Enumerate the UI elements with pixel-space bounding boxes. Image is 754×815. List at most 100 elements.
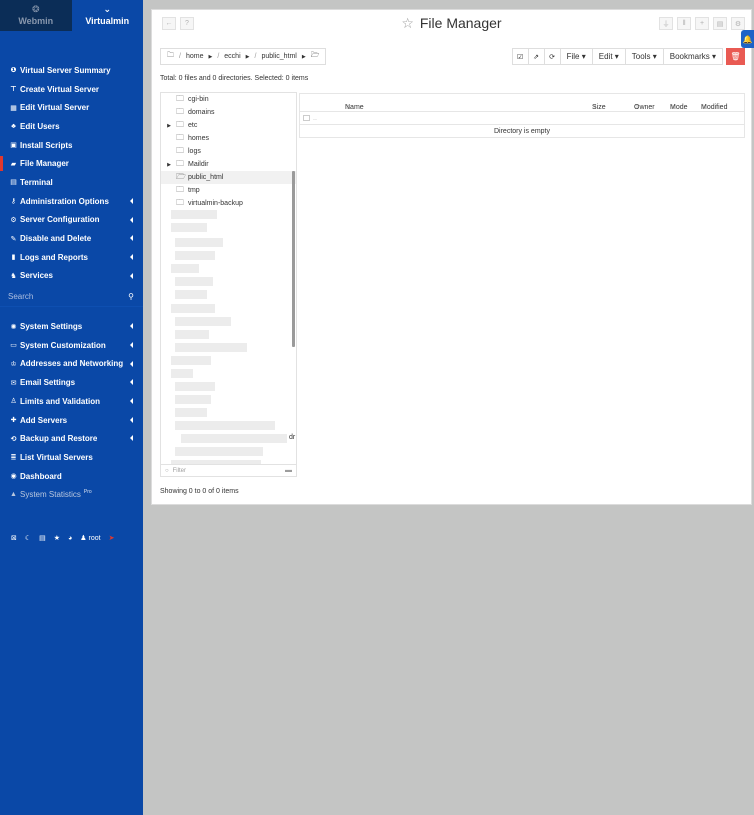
sidebar-item-create-virtual-server[interactable]: ⊤ Create Virtual Server <box>0 80 143 99</box>
logout-icon[interactable]: ➤ <box>109 534 115 542</box>
expand-arrow-icon[interactable]: ▶ <box>165 162 173 168</box>
tabs-button[interactable]: ▤ <box>713 17 727 30</box>
sidebar-item-label: Edit Users <box>20 121 60 131</box>
file-menu-label: File <box>566 52 580 61</box>
palette-icon[interactable]: ◕ <box>68 535 72 542</box>
network-icon: ♔ <box>10 360 17 368</box>
refresh-button[interactable]: ⟳ <box>543 48 561 65</box>
sidebar-item-system-settings[interactable]: ✺ System Settings <box>0 317 143 336</box>
notification-bell-button[interactable]: 🔔 <box>741 30 754 48</box>
select-all-button[interactable]: ☑ <box>511 48 529 65</box>
parent-directory-row[interactable]: .. <box>300 112 744 125</box>
sidebar-search[interactable]: Search ⚲ <box>0 287 143 308</box>
edit-menu-button[interactable]: Edit ▾ <box>591 48 626 65</box>
sidebar-item-email-settings[interactable]: ✉ Email Settings <box>0 373 143 392</box>
folder-icon[interactable]: ▬ <box>285 467 292 474</box>
tree-item-label: homes <box>188 135 210 142</box>
virtualmin-switch-tab[interactable]: ⌄ Virtualmin <box>71 0 143 31</box>
caret-left-icon <box>130 216 133 223</box>
tree-filter-input[interactable]: Filter <box>173 468 186 474</box>
filter-button[interactable]: ⏚ <box>659 17 673 30</box>
tree-item-label: logs <box>188 148 201 155</box>
breadcrumb-item-ecchi[interactable]: ecchi <box>224 53 240 60</box>
sidebar-item-label: Addresses and Networking <box>20 359 124 369</box>
tree-item-domains[interactable]: 🗀 domains <box>161 106 296 119</box>
bell-icon: 🔔 <box>742 34 753 44</box>
file-menu-button[interactable]: File ▾ <box>559 48 593 65</box>
sidebar-item-services[interactable]: ♞ Services <box>0 267 143 286</box>
sidebar-item-label: Edit Virtual Server <box>20 103 90 113</box>
favorite-star-icon[interactable]: ☆ <box>401 15 414 31</box>
tree-scrollbar[interactable] <box>292 171 295 347</box>
caret-right-icon[interactable]: ▶ <box>208 54 212 60</box>
moon-icon[interactable]: ☾ <box>25 534 31 542</box>
sidebar-item-system-customization[interactable]: ▭ System Customization <box>0 336 143 355</box>
pro-badge: Pro <box>83 488 92 495</box>
sidebar-item-label: System Customization <box>20 340 106 350</box>
caret-left-icon <box>130 253 133 260</box>
tree-item-homes[interactable]: 🗀 homes <box>161 132 296 145</box>
sidebar-item-limits-and-validation[interactable]: ♙ Limits and Validation <box>0 392 143 411</box>
parent-directory-label: .. <box>313 114 317 122</box>
sidebar-item-server-configuration[interactable]: ⚙ Server Configuration <box>0 211 143 230</box>
page-title-text: File Manager <box>419 15 502 31</box>
tree-item-virtualmin-backup[interactable]: 🗀 virtualmin-backup <box>161 197 296 210</box>
folder-root-icon[interactable]: 🗀 <box>167 51 174 62</box>
webmin-logo-icon: ❂ <box>31 4 40 14</box>
sidebar-item-edit-users[interactable]: ♣ Edit Users <box>0 117 143 136</box>
expand-arrow-icon[interactable]: ▶ <box>165 123 173 129</box>
folder-icon: 🗀 <box>176 119 184 129</box>
tree-item-cgi-bin[interactable]: 🗀 cgi-bin <box>161 93 296 106</box>
sidebar-item-disable-and-delete[interactable]: ✎ Disable and Delete <box>0 229 143 248</box>
dashboard-icon: ◉ <box>10 473 17 481</box>
bookmarks-menu-button[interactable]: Bookmarks ▾ <box>662 48 723 65</box>
tree-item-maildir[interactable]: ▶ 🗀 Maildir <box>161 158 296 171</box>
caret-left-icon <box>130 272 133 279</box>
tree-filter[interactable]: ○ Filter ▬ <box>161 464 296 476</box>
sidebar-item-label: Dashboard <box>20 471 62 481</box>
webmin-switch-tab[interactable]: ❂ Webmin <box>0 0 72 31</box>
add-tab-button[interactable]: + <box>695 17 709 30</box>
sidebar-item-system-statistics[interactable]: ▲ System Statistics Pro <box>0 485 143 504</box>
sidebar-item-list-virtual-servers[interactable]: ≣ List Virtual Servers <box>0 448 143 467</box>
delete-button[interactable]: 🗑 <box>726 48 745 65</box>
sidebar-item-file-manager[interactable]: ▰ File Manager <box>0 154 143 173</box>
sidebar-item-logs-and-reports[interactable]: ▮ Logs and Reports <box>0 248 143 267</box>
search-input[interactable]: Search <box>8 292 33 301</box>
sidebar-item-administration-options[interactable]: ⚷ Administration Options <box>0 192 143 211</box>
columns-button[interactable]: ⦀ <box>677 17 691 30</box>
sidebar-item-add-servers[interactable]: ✚ Add Servers <box>0 411 143 430</box>
sidebar-item-edit-virtual-server[interactable]: ▦ Edit Virtual Server <box>0 98 143 117</box>
history-icon: ⟲ <box>10 435 17 443</box>
breadcrumb-item-home[interactable]: home <box>186 53 204 60</box>
sidebar-item-terminal[interactable]: ▤ Terminal <box>0 173 143 192</box>
caret-right-icon[interactable]: ▶ <box>246 54 250 60</box>
webmin-label: Webmin <box>18 16 54 26</box>
tools-menu-button[interactable]: Tools ▾ <box>624 48 664 65</box>
sidebar-item-backup-and-restore[interactable]: ⟲ Backup and Restore <box>0 429 143 448</box>
folder-icon: 🗀 <box>176 184 184 194</box>
user-icon: ♟ <box>80 535 87 543</box>
tree-item-public-html[interactable]: 🗁 public_html <box>161 171 296 184</box>
tree-item-logs[interactable]: 🗀 logs <box>161 145 296 158</box>
settings-button[interactable]: ⚙ <box>731 17 745 30</box>
tree-item-etc[interactable]: ▶ 🗀 etc <box>161 119 296 132</box>
sidebar-item-virtual-server-summary[interactable]: ❶ Virtual Server Summary <box>0 61 143 80</box>
caret-left-icon <box>130 235 133 242</box>
open-new-button[interactable]: ⇗ <box>527 48 545 65</box>
star-icon[interactable]: ★ <box>54 534 60 542</box>
tree-item-tmp[interactable]: 🗀 tmp <box>161 184 296 197</box>
sidebar-item-dashboard[interactable]: ◉ Dashboard <box>0 467 143 486</box>
folder-open-icon[interactable]: 🗁 <box>311 51 320 62</box>
terminal-icon[interactable]: ▤ <box>39 534 46 542</box>
user-menu[interactable]: ♟ root <box>80 534 100 542</box>
search-icon[interactable]: ⚲ <box>128 292 134 301</box>
sidebar-item-addresses-and-networking[interactable]: ♔ Addresses and Networking <box>0 355 143 374</box>
row-checkbox[interactable] <box>303 115 310 121</box>
webmin-icon[interactable]: ⊠ <box>11 534 17 542</box>
caret-right-icon[interactable]: ▶ <box>302 54 306 60</box>
key-icon: ⚷ <box>10 198 17 206</box>
sidebar-item-install-scripts[interactable]: ▣ Install Scripts <box>0 136 143 155</box>
breadcrumb-item-public-html[interactable]: public_html <box>261 53 296 60</box>
grid-icon: ▦ <box>10 104 17 112</box>
